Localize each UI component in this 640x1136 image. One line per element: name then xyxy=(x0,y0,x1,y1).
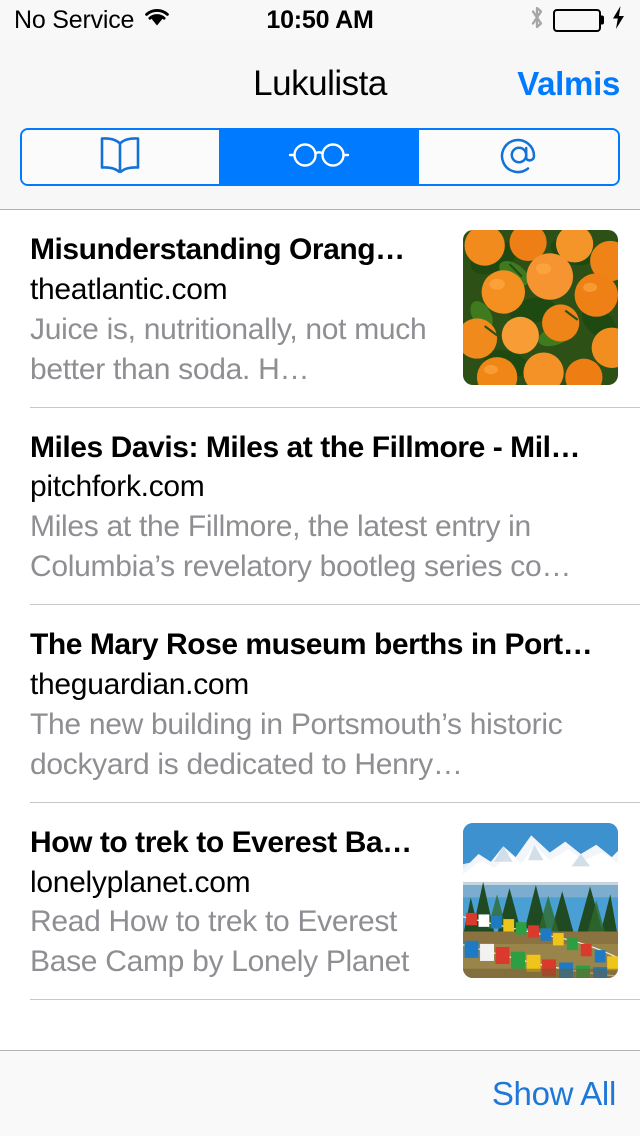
list-item-snippet: Miles at the Fillmore, the latest entry … xyxy=(30,510,572,584)
lightning-bolt-icon xyxy=(611,5,626,35)
wifi-icon xyxy=(143,7,171,33)
list-item-thumbnail-everest xyxy=(463,822,618,978)
list-item-text: Miles Davis: Miles at the Fillmore - Mil… xyxy=(30,428,618,588)
list-item-title: How to trek to Everest Ba… xyxy=(30,825,412,859)
glasses-icon xyxy=(287,138,351,177)
navigation-bar: Lukulista Valmis xyxy=(0,40,640,210)
list-item-snippet: The new building in Portsmouth’s histori… xyxy=(30,707,563,781)
list-item[interactable]: Misunderstanding Orang… theatlantic.com … xyxy=(0,210,640,408)
reading-list: Misunderstanding Orang… theatlantic.com … xyxy=(0,210,640,1050)
list-item-snippet: Read How to trek to Everest Base Camp by… xyxy=(30,905,410,979)
list-item[interactable]: The Mary Rose museum berths in Port… the… xyxy=(0,605,640,803)
battery-icon xyxy=(553,8,604,32)
list-item-title: Misunderstanding Orang… xyxy=(30,233,405,266)
at-sign-icon xyxy=(497,133,541,182)
list-item-snippet: Juice is, nutritionally, not much better… xyxy=(30,312,427,386)
open-book-icon xyxy=(96,134,144,181)
list-item-thumbnail-oranges xyxy=(463,230,618,385)
clock-label: 10:50 AM xyxy=(266,5,374,34)
list-item-domain: pitchfork.com xyxy=(30,470,205,504)
show-all-button[interactable]: Show All xyxy=(492,1075,616,1113)
list-item[interactable]: How to trek to Everest Ba… lonelyplanet.… xyxy=(0,802,640,1001)
segment-shared-links[interactable] xyxy=(419,130,618,184)
status-bar: No Service 10:50 AM xyxy=(0,0,640,40)
list-item-domain: lonelyplanet.com xyxy=(30,865,251,899)
segment-reading-list[interactable] xyxy=(220,130,420,184)
bluetooth-icon xyxy=(529,5,545,35)
battery-cap xyxy=(600,15,604,25)
status-bar-right xyxy=(529,5,626,35)
done-button[interactable]: Valmis xyxy=(517,65,620,103)
navigation-bar-top: Lukulista Valmis xyxy=(0,40,640,128)
list-item-domain: theguardian.com xyxy=(30,668,249,702)
list-item-text: How to trek to Everest Ba… lonelyplanet.… xyxy=(30,823,463,983)
list-item-text: Misunderstanding Orang… theatlantic.com … xyxy=(30,230,463,390)
carrier-label: No Service xyxy=(14,5,135,34)
status-bar-left: No Service xyxy=(14,7,171,33)
segment-bookmarks[interactable] xyxy=(22,130,221,184)
list-item[interactable]: Miles Davis: Miles at the Fillmore - Mil… xyxy=(0,407,640,606)
list-item-text: The Mary Rose museum berths in Port… the… xyxy=(30,625,618,785)
bottom-toolbar: Show All xyxy=(0,1050,640,1136)
list-item-title: Miles Davis: Miles at the Fillmore - Mil… xyxy=(30,430,581,464)
list-item-domain: theatlantic.com xyxy=(30,272,228,306)
segmented-control[interactable] xyxy=(20,128,620,186)
safari-reading-list-screen: No Service 10:50 AM Lukulista Valmis Mis… xyxy=(0,0,640,1136)
list-item-title: The Mary Rose museum berths in Port… xyxy=(30,628,593,662)
